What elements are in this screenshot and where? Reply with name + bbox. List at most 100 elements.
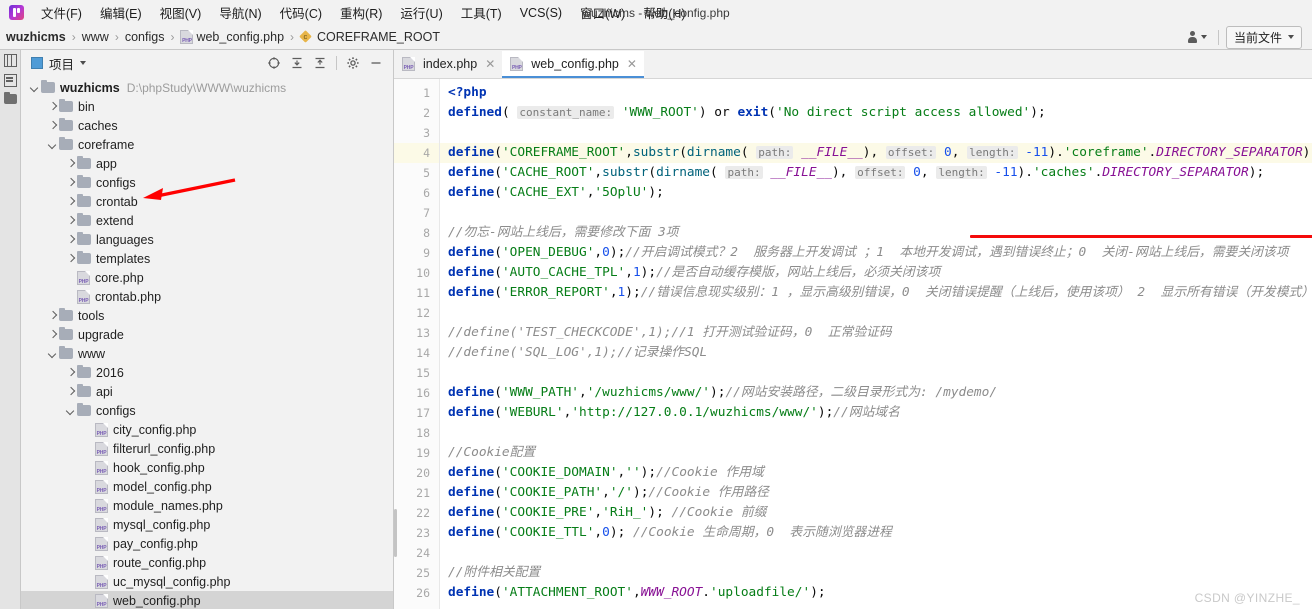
tree-folder-languages[interactable]: languages xyxy=(21,230,393,249)
person-dropdown-button[interactable] xyxy=(1183,29,1211,45)
project-file-tree[interactable]: wuzhicms D:\phpStudy\WWW\wuzhicms bin cache… xyxy=(21,76,393,609)
breadcrumb-item-configs[interactable]: configs xyxy=(125,30,165,44)
menu-edit[interactable]: 编辑(E) xyxy=(91,1,151,24)
chevron-right-icon[interactable] xyxy=(65,197,75,207)
tree-file-pay_config.php[interactable]: PHP pay_config.php xyxy=(21,534,393,553)
code-line[interactable]: define('COOKIE_TTL',0); //Cookie 生命周期，0 … xyxy=(440,523,1312,543)
code-line[interactable] xyxy=(440,423,1312,443)
code-line[interactable] xyxy=(440,363,1312,383)
editor-scrollbar-thumb[interactable] xyxy=(394,509,397,557)
breadcrumb-item-constant[interactable]: c COREFRAME_ROOT xyxy=(299,29,440,44)
breadcrumb-item-project[interactable]: wuzhicms xyxy=(6,30,66,44)
tree-file-hook_config.php[interactable]: PHP hook_config.php xyxy=(21,458,393,477)
chevron-down-icon[interactable] xyxy=(47,140,57,150)
code-line[interactable]: <?php xyxy=(440,83,1312,103)
tree-folder-wuzhicms[interactable]: wuzhicms D:\phpStudy\WWW\wuzhicms xyxy=(21,78,393,97)
tree-file-module_names.php[interactable]: PHP module_names.php xyxy=(21,496,393,515)
code-line[interactable]: defined( constant_name: 'WWW_ROOT') or e… xyxy=(440,103,1312,123)
menu-help[interactable]: 帮助(H) xyxy=(634,1,694,24)
favorites-tool-icon[interactable] xyxy=(3,91,17,104)
tree-folder-coreframe[interactable]: coreframe xyxy=(21,135,393,154)
chevron-down-icon[interactable] xyxy=(80,61,87,65)
chevron-right-icon[interactable] xyxy=(65,235,75,245)
collapse-all-icon[interactable] xyxy=(313,56,327,70)
chevron-right-icon[interactable] xyxy=(47,311,57,321)
code-line[interactable]: define('WEBURL','http://127.0.0.1/wuzhic… xyxy=(440,403,1312,423)
code-line[interactable]: define('CACHE_ROOT',substr(dirname( path… xyxy=(440,163,1312,183)
code-line[interactable]: define('CACHE_EXT','5OplU'); xyxy=(440,183,1312,203)
code-line[interactable]: //附件相关配置 xyxy=(440,563,1312,583)
chevron-down-icon[interactable] xyxy=(29,83,39,93)
code-line[interactable] xyxy=(440,203,1312,223)
code-line[interactable]: define('OPEN_DEBUG',0);//开启调试模式？2 服务器上开发… xyxy=(440,243,1312,263)
project-panel-title-button[interactable]: 项目 xyxy=(27,53,90,74)
menu-file[interactable]: 文件(F) xyxy=(32,1,91,24)
code-line[interactable]: define('COOKIE_DOMAIN','');//Cookie 作用域 xyxy=(440,463,1312,483)
menu-code[interactable]: 代码(C) xyxy=(271,1,331,24)
tree-file-city_config.php[interactable]: PHP city_config.php xyxy=(21,420,393,439)
project-tool-icon[interactable] xyxy=(3,54,17,67)
code-line[interactable]: define('AUTO_CACHE_TPL',1);//是否自动缓存模版，网站… xyxy=(440,263,1312,283)
chevron-right-icon[interactable] xyxy=(65,178,75,188)
code-line[interactable]: define('ATTACHMENT_ROOT',WWW_ROOT.'uploa… xyxy=(440,583,1312,603)
chevron-right-icon[interactable] xyxy=(47,102,57,112)
chevron-down-icon[interactable] xyxy=(65,406,75,416)
close-icon[interactable]: ✕ xyxy=(627,57,637,71)
breadcrumb-item-www[interactable]: www xyxy=(82,30,109,44)
code-line[interactable]: //Cookie配置 xyxy=(440,443,1312,463)
menu-tools[interactable]: 工具(T) xyxy=(452,1,511,24)
code-line[interactable] xyxy=(440,123,1312,143)
chevron-right-icon[interactable] xyxy=(65,254,75,264)
editor-tab-web-config-php[interactable]: PHP web_config.php ✕ xyxy=(502,51,644,78)
code-line[interactable] xyxy=(440,303,1312,323)
chevron-right-icon[interactable] xyxy=(47,330,57,340)
tree-folder-app[interactable]: app xyxy=(21,154,393,173)
chevron-right-icon[interactable] xyxy=(65,368,75,378)
tree-file-uc_mysql_config.php[interactable]: PHP uc_mysql_config.php xyxy=(21,572,393,591)
menu-view[interactable]: 视图(V) xyxy=(151,1,211,24)
chevron-right-icon[interactable] xyxy=(65,387,75,397)
breadcrumb-item-file[interactable]: PHP web_config.php xyxy=(180,30,284,44)
code-viewport[interactable]: 1 2 3 4 5 6 7 8 9 10 11 12 13 14 15 16 17 18 19 20 21 22 23 24 2… xyxy=(394,79,1312,609)
tree-folder-configs[interactable]: configs xyxy=(21,173,393,192)
tree-file-core.php[interactable]: PHP core.php xyxy=(21,268,393,287)
chevron-right-icon[interactable] xyxy=(47,121,57,131)
tree-file-model_config.php[interactable]: PHP model_config.php xyxy=(21,477,393,496)
menu-vcs[interactable]: VCS(S) xyxy=(511,4,571,22)
tree-file-route_config.php[interactable]: PHP route_config.php xyxy=(21,553,393,572)
menu-navigate[interactable]: 导航(N) xyxy=(210,1,270,24)
menu-refactor[interactable]: 重构(R) xyxy=(331,1,391,24)
tree-folder-crontab[interactable]: crontab xyxy=(21,192,393,211)
tree-folder-upgrade[interactable]: upgrade xyxy=(21,325,393,344)
tree-folder-api[interactable]: api xyxy=(21,382,393,401)
menu-run[interactable]: 运行(U) xyxy=(391,1,451,24)
close-icon[interactable]: ✕ xyxy=(485,57,495,71)
tree-folder-bin[interactable]: bin xyxy=(21,97,393,116)
tree-folder-www[interactable]: www xyxy=(21,344,393,363)
gear-icon[interactable] xyxy=(346,56,360,70)
code-line[interactable]: define('WWW_PATH','/wuzhicms/www/');//网站… xyxy=(440,383,1312,403)
tree-file-web_config.php[interactable]: PHP web_config.php xyxy=(21,591,393,609)
scroll-from-source-icon[interactable] xyxy=(267,56,281,70)
chevron-down-icon[interactable] xyxy=(47,349,57,359)
tree-file-crontab.php[interactable]: PHP crontab.php xyxy=(21,287,393,306)
code-line[interactable]: //勿忘-网站上线后，需要修改下面 3项 xyxy=(440,223,1312,243)
code-line[interactable]: define('ERROR_REPORT',1);//错误信息现实级别：1 ，显… xyxy=(440,283,1312,303)
tree-file-mysql_config.php[interactable]: PHP mysql_config.php xyxy=(21,515,393,534)
tree-folder-tools[interactable]: tools xyxy=(21,306,393,325)
code-line[interactable]: define('COOKIE_PATH','/');//Cookie 作用路径 xyxy=(440,483,1312,503)
chevron-right-icon[interactable] xyxy=(65,159,75,169)
tree-folder-2016[interactable]: 2016 xyxy=(21,363,393,382)
tree-folder-extend[interactable]: extend xyxy=(21,211,393,230)
tree-folder-caches[interactable]: caches xyxy=(21,116,393,135)
editor-tab-index-php[interactable]: PHP index.php ✕ xyxy=(394,51,502,78)
chevron-right-icon[interactable] xyxy=(65,216,75,226)
menu-window[interactable]: 窗口(W) xyxy=(571,1,634,24)
code-content[interactable]: <?php defined( constant_name: 'WWW_ROOT')… xyxy=(440,79,1312,609)
code-line[interactable] xyxy=(440,543,1312,563)
expand-all-icon[interactable] xyxy=(290,56,304,70)
run-configuration-selector[interactable]: 当前文件 xyxy=(1225,25,1302,49)
tree-file-filterurl_config.php[interactable]: PHP filterurl_config.php xyxy=(21,439,393,458)
code-line[interactable]: //define('TEST_CHECKCODE',1);//1 打开测试验证码… xyxy=(440,323,1312,343)
hide-panel-icon[interactable] xyxy=(369,56,383,70)
